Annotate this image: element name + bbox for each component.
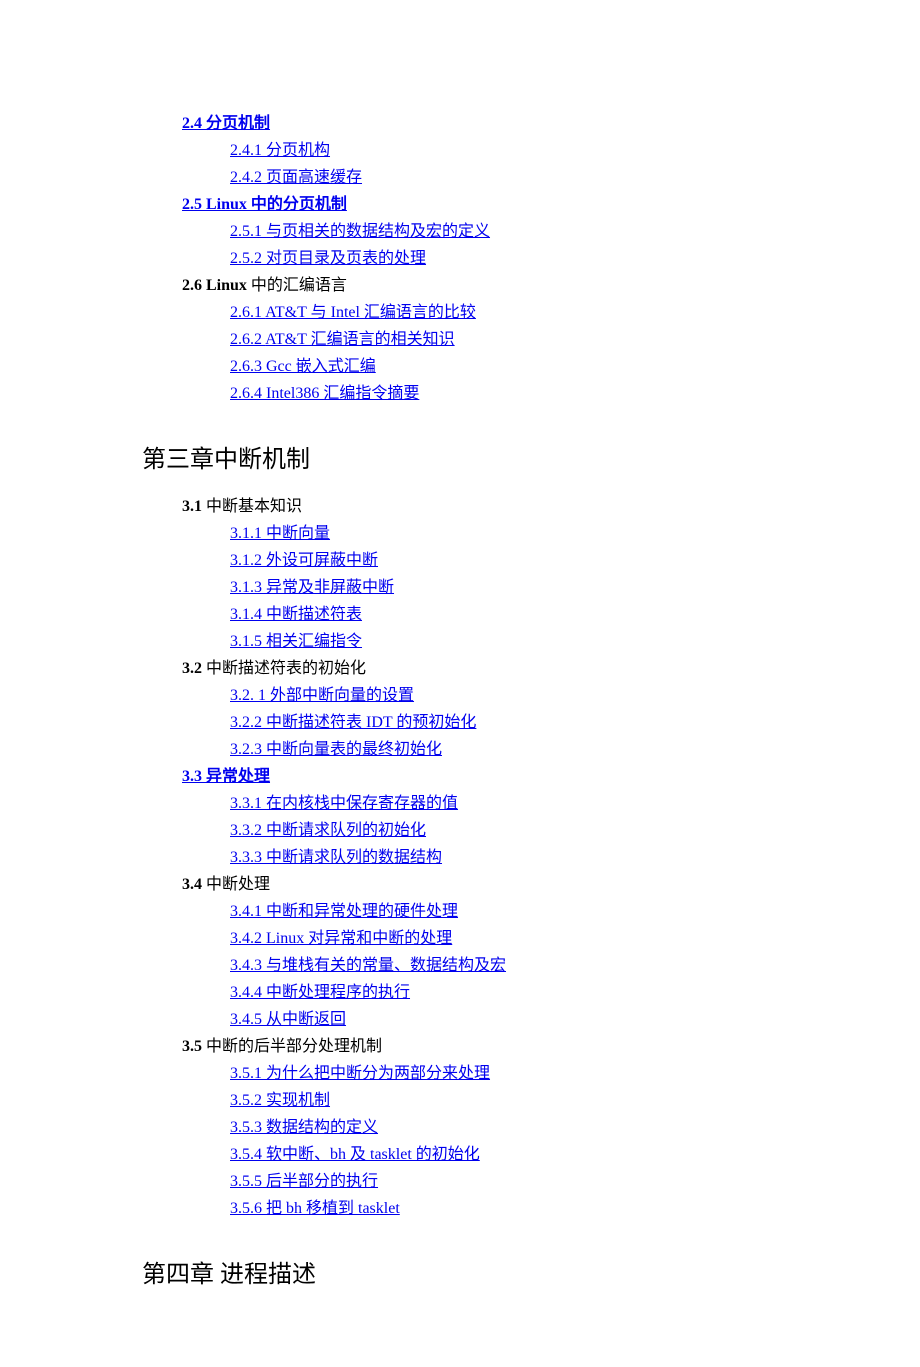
toc-link-3-4-2[interactable]: 3.4.2 Linux 对异常和中断的处理 bbox=[230, 930, 452, 947]
toc-section-3-1: 3.1 中断基本知识 bbox=[182, 492, 820, 516]
toc-section-3-4: 3.4 中断处理 bbox=[182, 870, 820, 894]
toc-num: 2.4 bbox=[182, 115, 202, 132]
toc-title: 分页机制 bbox=[206, 115, 270, 132]
toc-sublist-2-6: 2.6.1 AT&T 与 Intel 汇编语言的比较 2.6.2 AT&T 汇编… bbox=[182, 298, 820, 403]
toc-link-3-5-5[interactable]: 3.5.5 后半部分的执行 bbox=[230, 1173, 378, 1190]
toc-link-3-2-2[interactable]: 3.2.2 中断描述符表 IDT 的预初始化 bbox=[230, 714, 476, 731]
toc-link-3-3-2[interactable]: 3.3.2 中断请求队列的初始化 bbox=[230, 822, 426, 839]
toc-sublist-3-1: 3.1.1 中断向量 3.1.2 外设可屏蔽中断 3.1.3 异常及非屏蔽中断 … bbox=[182, 519, 820, 651]
toc-link-3-1-5[interactable]: 3.1.5 相关汇编指令 bbox=[230, 633, 362, 650]
toc-link-3-2-1[interactable]: 3.2. 1 外部中断向量的设置 bbox=[230, 687, 414, 704]
toc-section-3-2: 3.2 中断描述符表的初始化 bbox=[182, 654, 820, 678]
toc-link-2-6-4[interactable]: 2.6.4 Intel386 汇编指令摘要 bbox=[230, 385, 419, 402]
toc-sublist-3-3: 3.3.1 在内核栈中保存寄存器的值 3.3.2 中断请求队列的初始化 3.3.… bbox=[182, 789, 820, 867]
toc-link-2-5[interactable]: 2.5 Linux 中的分页机制 bbox=[182, 196, 347, 213]
toc-link-2-5-1[interactable]: 2.5.1 与页相关的数据结构及宏的定义 bbox=[230, 223, 490, 240]
toc-link-3-1-1[interactable]: 3.1.1 中断向量 bbox=[230, 525, 330, 542]
toc-section-3-3: 3.3 异常处理 bbox=[182, 762, 820, 786]
toc-link-3-1-4[interactable]: 3.1.4 中断描述符表 bbox=[230, 606, 362, 623]
toc-link-3-5-1[interactable]: 3.5.1 为什么把中断分为两部分来处理 bbox=[230, 1065, 490, 1082]
toc-link-3-5-6[interactable]: 3.5.6 把 bh 移植到 tasklet bbox=[230, 1200, 400, 1217]
toc-link-3-4-3[interactable]: 3.4.3 与堆栈有关的常量、数据结构及宏 bbox=[230, 957, 506, 974]
toc-sublist-2-4: 2.4.1 分页机构 2.4.2 页面高速缓存 bbox=[182, 136, 820, 187]
toc-link-3-3-1[interactable]: 3.3.1 在内核栈中保存寄存器的值 bbox=[230, 795, 458, 812]
toc-link-3-1-3[interactable]: 3.1.3 异常及非屏蔽中断 bbox=[230, 579, 394, 596]
toc-link-3-4-4[interactable]: 3.4.4 中断处理程序的执行 bbox=[230, 984, 410, 1001]
toc-link-3-3[interactable]: 3.3 异常处理 bbox=[182, 768, 270, 785]
toc-sublist-3-2: 3.2. 1 外部中断向量的设置 3.2.2 中断描述符表 IDT 的预初始化 … bbox=[182, 681, 820, 759]
toc-section-2-5: 2.5 Linux 中的分页机制 bbox=[182, 190, 820, 214]
toc-sublist-3-5: 3.5.1 为什么把中断分为两部分来处理 3.5.2 实现机制 3.5.3 数据… bbox=[182, 1059, 820, 1218]
toc-link-3-5-4[interactable]: 3.5.4 软中断、bh 及 tasklet 的初始化 bbox=[230, 1146, 480, 1163]
toc-link-3-3-3[interactable]: 3.3.3 中断请求队列的数据结构 bbox=[230, 849, 442, 866]
toc-link-2-4-1[interactable]: 2.4.1 分页机构 bbox=[230, 142, 330, 159]
toc-link-3-2-3[interactable]: 3.2.3 中断向量表的最终初始化 bbox=[230, 741, 442, 758]
toc-section-3-5: 3.5 中断的后半部分处理机制 bbox=[182, 1032, 820, 1056]
chapter-3-heading: 第三章中断机制 bbox=[142, 439, 820, 474]
toc-sublist-3-4: 3.4.1 中断和异常处理的硬件处理 3.4.2 Linux 对异常和中断的处理… bbox=[182, 897, 820, 1029]
toc-link-3-5-3[interactable]: 3.5.3 数据结构的定义 bbox=[230, 1119, 378, 1136]
toc-section-2-4: 2.4 分页机制 bbox=[182, 109, 820, 133]
toc-link-2-4[interactable]: 2.4 分页机制 bbox=[182, 115, 270, 132]
toc-page: 2.4 分页机制 2.4.1 分页机构 2.4.2 页面高速缓存 2.5 Lin… bbox=[0, 0, 920, 1367]
toc-link-2-4-2[interactable]: 2.4.2 页面高速缓存 bbox=[230, 169, 362, 186]
toc-link-2-5-2[interactable]: 2.5.2 对页目录及页表的处理 bbox=[230, 250, 426, 267]
toc-link-2-6-2[interactable]: 2.6.2 AT&T 汇编语言的相关知识 bbox=[230, 331, 455, 348]
toc-link-2-6-3[interactable]: 2.6.3 Gcc 嵌入式汇编 bbox=[230, 358, 376, 375]
toc-sublist-2-5: 2.5.1 与页相关的数据结构及宏的定义 2.5.2 对页目录及页表的处理 bbox=[182, 217, 820, 268]
toc-link-3-1-2[interactable]: 3.1.2 外设可屏蔽中断 bbox=[230, 552, 378, 569]
toc-section-2-6: 2.6 Linux 中的汇编语言 bbox=[182, 271, 820, 295]
toc-link-3-4-5[interactable]: 3.4.5 从中断返回 bbox=[230, 1011, 346, 1028]
chapter-4-heading: 第四章 进程描述 bbox=[142, 1254, 820, 1289]
toc-link-3-4-1[interactable]: 3.4.1 中断和异常处理的硬件处理 bbox=[230, 903, 458, 920]
toc-link-2-6-1[interactable]: 2.6.1 AT&T 与 Intel 汇编语言的比较 bbox=[230, 304, 476, 321]
toc-link-3-5-2[interactable]: 3.5.2 实现机制 bbox=[230, 1092, 330, 1109]
